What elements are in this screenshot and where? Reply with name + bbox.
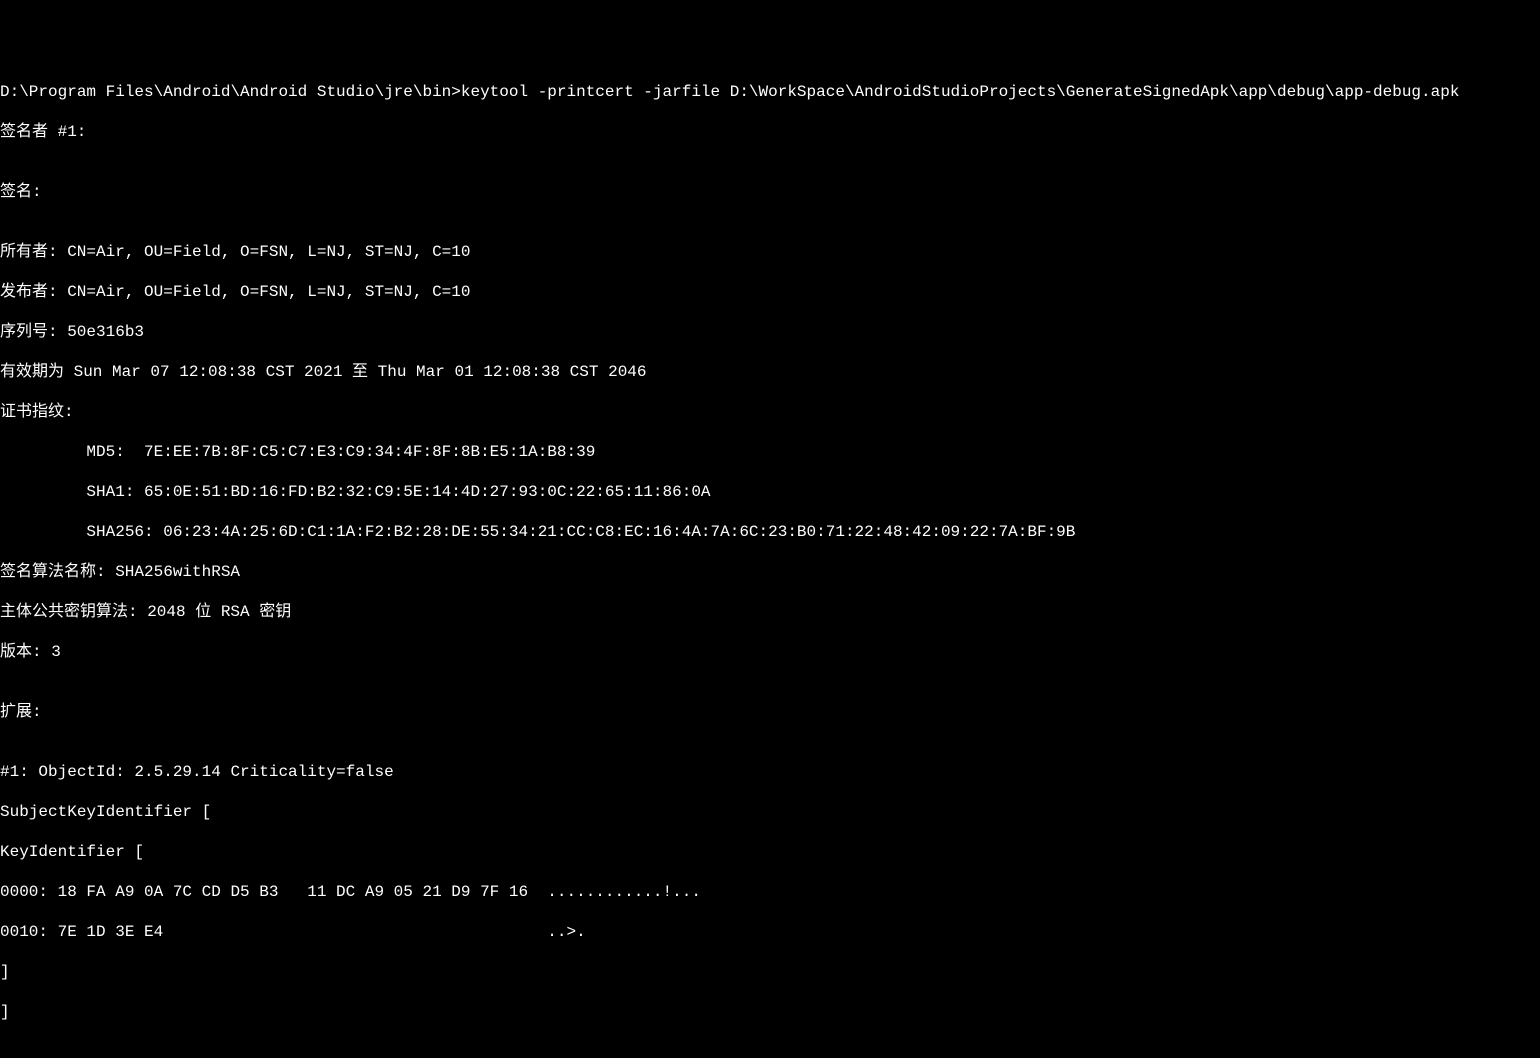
extension-header: #1: ObjectId: 2.5.29.14 Criticality=fals… bbox=[0, 762, 1540, 782]
bracket-close: ] bbox=[0, 962, 1540, 982]
signature-label: 签名: bbox=[0, 182, 1540, 202]
cert-sha1: SHA1: 65:0E:51:BD:16:FD:B2:32:C9:5E:14:4… bbox=[0, 482, 1540, 502]
cert-sha256: SHA256: 06:23:4A:25:6D:C1:1A:F2:B2:28:DE… bbox=[0, 522, 1540, 542]
cert-issuer: 发布者: CN=Air, OU=Field, O=FSN, L=NJ, ST=N… bbox=[0, 282, 1540, 302]
hex-dump-row: 0010: 7E 1D 3E E4 ..>. bbox=[0, 922, 1540, 942]
cert-pubkey-algo: 主体公共密钥算法: 2048 位 RSA 密钥 bbox=[0, 602, 1540, 622]
command-prompt-line[interactable]: D:\Program Files\Android\Android Studio\… bbox=[0, 82, 1540, 102]
cert-owner: 所有者: CN=Air, OU=Field, O=FSN, L=NJ, ST=N… bbox=[0, 242, 1540, 262]
hex-dump-row: 0000: 18 FA A9 0A 7C CD D5 B3 11 DC A9 0… bbox=[0, 882, 1540, 902]
bracket-close: ] bbox=[0, 1002, 1540, 1022]
cert-version: 版本: 3 bbox=[0, 642, 1540, 662]
prompt-path: D:\Program Files\Android\Android Studio\… bbox=[0, 83, 461, 101]
cert-sig-algo: 签名算法名称: SHA256withRSA bbox=[0, 562, 1540, 582]
signer-header: 签名者 #1: bbox=[0, 122, 1540, 142]
ki-open: KeyIdentifier [ bbox=[0, 842, 1540, 862]
cert-serial: 序列号: 50e316b3 bbox=[0, 322, 1540, 342]
cert-fingerprints-label: 证书指纹: bbox=[0, 402, 1540, 422]
command-text: keytool -printcert -jarfile D:\WorkSpace… bbox=[461, 83, 1460, 101]
extensions-label: 扩展: bbox=[0, 702, 1540, 722]
ski-open: SubjectKeyIdentifier [ bbox=[0, 802, 1540, 822]
cert-validity: 有效期为 Sun Mar 07 12:08:38 CST 2021 至 Thu … bbox=[0, 362, 1540, 382]
cert-md5: MD5: 7E:EE:7B:8F:C5:C7:E3:C9:34:4F:8F:8B… bbox=[0, 442, 1540, 462]
